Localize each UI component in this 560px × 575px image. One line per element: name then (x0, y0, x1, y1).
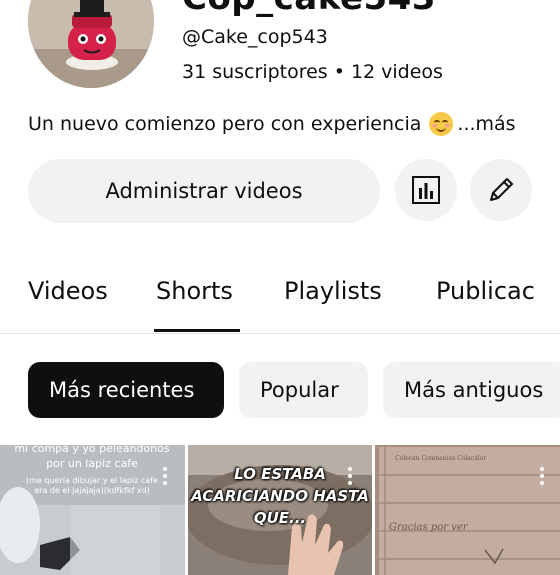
analytics-button[interactable] (395, 159, 457, 221)
chip-mas-antiguos[interactable]: Más antiguos (383, 362, 560, 418)
chip-label: Más antiguos (404, 378, 544, 402)
short-caption-line: LO ESTABA (234, 465, 326, 483)
video-count: 12 videos (350, 61, 443, 83)
pencil-icon (490, 178, 513, 201)
manage-videos-label: Administrar videos (105, 179, 303, 203)
tab-shorts[interactable]: Shorts (156, 277, 233, 305)
avatar-image (28, 0, 154, 88)
channel-name: Cop_cake543 (182, 0, 436, 18)
short-caption-small: era de el jajajaja)(kdfkfkf xd) (34, 486, 150, 495)
selected-tab-indicator (154, 329, 240, 332)
chip-popular[interactable]: Popular (239, 362, 368, 418)
manage-videos-button[interactable]: Administrar videos (28, 159, 380, 223)
chip-label: Más recientes (49, 378, 195, 402)
tab-videos[interactable]: Videos (28, 277, 108, 305)
thumbnail-image (375, 445, 560, 575)
bar-chart-icon (412, 176, 440, 204)
more-options-icon[interactable] (540, 467, 544, 488)
edit-channel-button[interactable] (470, 159, 532, 221)
short-caption-small: Colocan Comnanios Colacalor (395, 455, 487, 462)
short-thumbnail-1[interactable]: mi compa y yo peleandonos por un lapiz c… (0, 445, 185, 575)
channel-stats: 31 suscriptores • 12 videos (182, 61, 443, 83)
more-options-icon[interactable] (348, 467, 352, 488)
tabs-divider (0, 333, 560, 334)
more-link[interactable]: ...más (457, 113, 515, 135)
chip-label: Popular (260, 378, 339, 402)
short-caption-line: mi compa y yo peleandonos (14, 445, 170, 455)
short-thumbnail-2[interactable]: LO ESTABA ACARICIANDO HASTA QUE... (188, 445, 372, 575)
short-caption-line: QUE... (253, 509, 307, 527)
description-text: Un nuevo comienzo pero con experiencia (28, 113, 422, 135)
chip-mas-recientes[interactable]: Más recientes (28, 362, 224, 418)
subscriber-count: 31 suscriptores (182, 61, 328, 83)
tab-publicaciones[interactable]: Publicac (436, 277, 535, 305)
more-options-icon[interactable] (163, 467, 167, 488)
tab-playlists[interactable]: Playlists (284, 277, 382, 305)
channel-description[interactable]: Un nuevo comienzo pero con experiencia .… (28, 112, 516, 136)
short-caption-line: Gracias por ver (389, 522, 468, 533)
short-caption-line: por un lapiz cafe (46, 457, 138, 470)
short-caption-line: ACARICIANDO HASTA (191, 487, 369, 505)
short-thumbnail-3[interactable]: Colocan Comnanios Colacalor Gracias por … (375, 445, 560, 575)
smiling-face-emoji-icon (429, 112, 454, 136)
channel-avatar[interactable] (28, 0, 154, 88)
channel-handle: @Cake_cop543 (182, 26, 328, 48)
stats-separator: • (333, 61, 345, 83)
short-caption-small: (me quería dibujar y el lapiz cafe (26, 476, 158, 485)
